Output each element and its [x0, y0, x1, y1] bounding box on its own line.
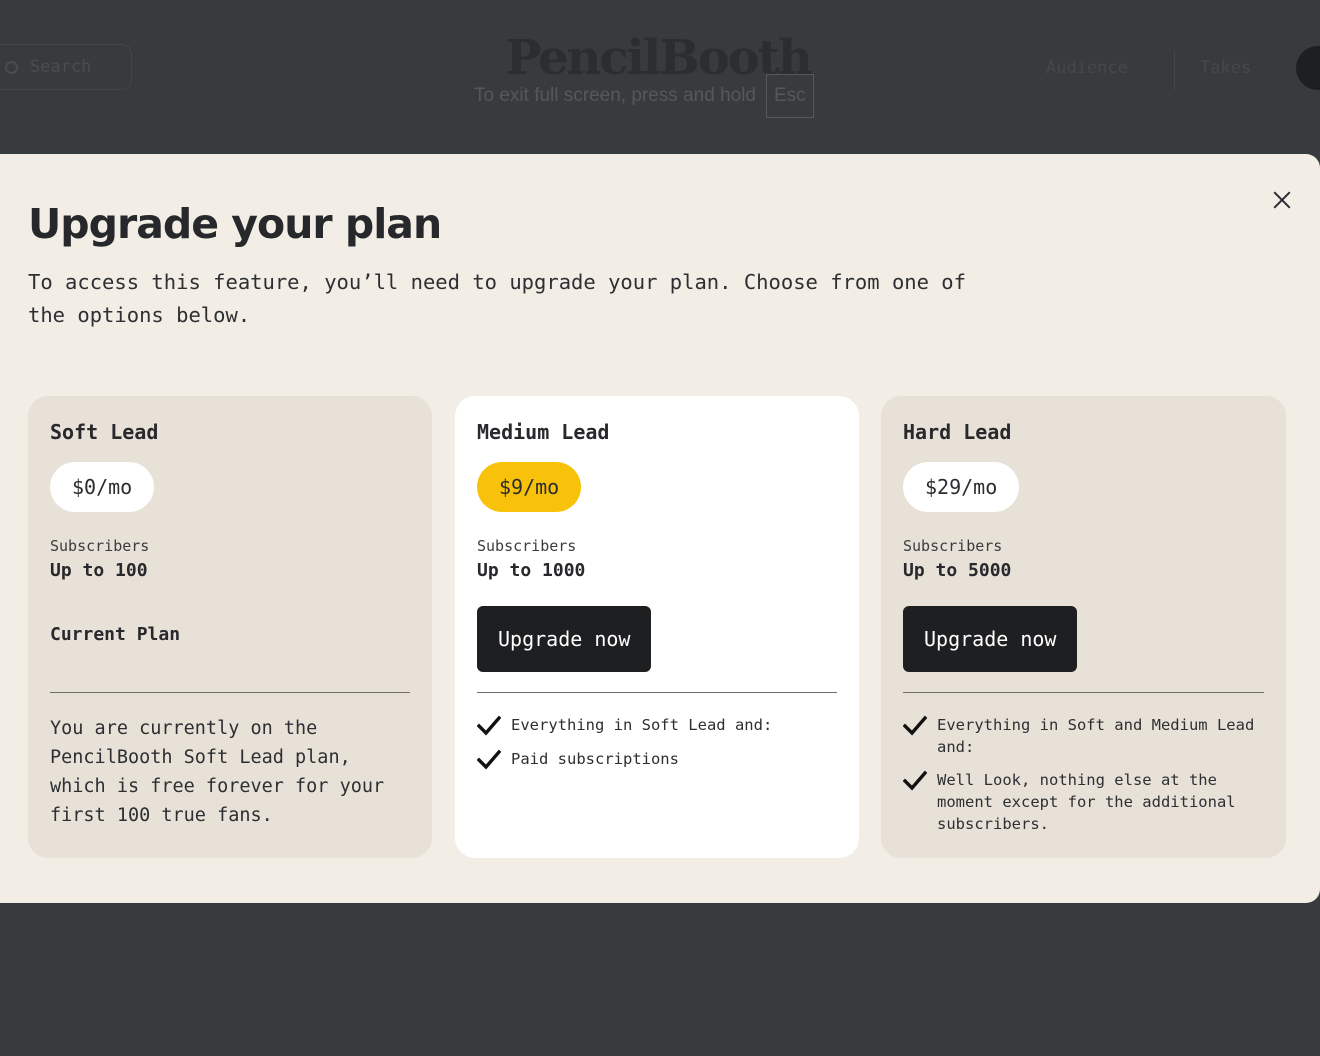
- feature-list: Everything in Soft and Medium Lead and: …: [903, 714, 1264, 846]
- card-divider: [903, 692, 1264, 693]
- plan-name: Hard Lead: [903, 420, 1012, 444]
- plan-price: $29/mo: [903, 462, 1020, 512]
- subscribers-value: Up to 5000: [903, 560, 1012, 581]
- check-icon: [903, 715, 927, 736]
- fullscreen-notice: To exit full screen, press and hold Esc: [474, 73, 814, 119]
- modal-description: To access this feature, you’ll need to u…: [28, 270, 966, 327]
- upgrade-now-button[interactable]: Upgrade now: [477, 606, 652, 672]
- check-icon: [477, 715, 501, 736]
- plan-price: $9/mo: [477, 462, 582, 512]
- fullscreen-notice-text: To exit full screen, press and hold: [474, 85, 756, 106]
- check-icon: [477, 749, 501, 770]
- search-icon: [5, 60, 18, 74]
- feature-text: Everything in Soft Lead and:: [511, 716, 773, 734]
- nav-divider: [1174, 50, 1175, 90]
- upgrade-now-button[interactable]: Upgrade now: [903, 606, 1078, 672]
- plan-price: $0/mo: [50, 462, 155, 512]
- subscribers-label: Subscribers: [903, 537, 1003, 555]
- avatar[interactable]: [1296, 46, 1320, 90]
- plan-name: Soft Lead: [50, 420, 159, 444]
- plan-name: Medium Lead: [477, 420, 610, 444]
- search-placeholder: Search: [30, 57, 92, 77]
- feature-item: Everything in Soft and Medium Lead and:: [903, 714, 1264, 758]
- plan-card-hard-lead: Hard Lead $29/mo Subscribers Up to 5000 …: [881, 396, 1286, 858]
- search-input[interactable]: Search: [0, 44, 132, 90]
- current-plan-label: Current Plan: [50, 624, 181, 645]
- subscribers-value: Up to 100: [50, 560, 148, 581]
- feature-list: Everything in Soft Lead and: Paid subscr…: [477, 714, 837, 782]
- feature-text: Well Look, nothing else at the moment ex…: [937, 771, 1236, 833]
- fullscreen-key: Esc: [766, 74, 814, 118]
- upgrade-modal: Upgrade your plan To access this feature…: [0, 154, 1320, 903]
- card-divider: [477, 692, 837, 693]
- feature-text: Everything in Soft and Medium Lead and:: [937, 716, 1255, 756]
- feature-item: Well Look, nothing else at the moment ex…: [903, 769, 1264, 835]
- feature-text: Paid subscriptions: [511, 750, 679, 768]
- plan-description: You are currently on the PencilBooth Sof…: [50, 718, 385, 826]
- close-icon[interactable]: [1270, 188, 1294, 212]
- subscribers-value: Up to 1000: [477, 560, 586, 581]
- subscribers-label: Subscribers: [50, 537, 150, 555]
- plan-card-soft-lead: Soft Lead $0/mo Subscribers Up to 100 Cu…: [28, 396, 432, 858]
- nav-takes[interactable]: Takes: [1200, 58, 1251, 78]
- check-icon: [903, 770, 927, 791]
- nav-audience[interactable]: Audience: [1046, 58, 1128, 78]
- feature-item: Everything in Soft Lead and:: [477, 714, 837, 737]
- feature-item: Paid subscriptions: [477, 748, 837, 771]
- page-header: Search PencilBooth Audience Takes To exi…: [0, 0, 1320, 154]
- modal-title: Upgrade your plan: [28, 200, 442, 248]
- plan-card-medium-lead: Medium Lead $9/mo Subscribers Up to 1000…: [455, 396, 859, 858]
- card-divider: [50, 692, 410, 693]
- subscribers-label: Subscribers: [477, 537, 577, 555]
